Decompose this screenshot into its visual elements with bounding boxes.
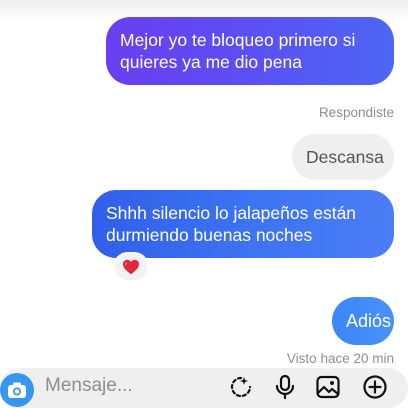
sticker-icon <box>230 376 252 398</box>
seen-status: Visto hace 20 min <box>286 351 394 366</box>
gallery-button[interactable] <box>315 374 341 400</box>
reply-label: Respondiste <box>318 105 394 120</box>
add-icon <box>363 375 387 399</box>
sticker-button[interactable] <box>228 374 254 400</box>
sent-message-bubble[interactable]: Mejor yo te bloqueo primero si quieres y… <box>106 17 394 85</box>
heart-icon <box>123 259 139 275</box>
sent-message-bubble[interactable]: Adiós <box>332 297 394 345</box>
sent-message-bubble[interactable]: Shhh silencio lo jalapeños están durmien… <box>92 190 394 258</box>
gallery-icon <box>316 375 340 399</box>
camera-icon <box>8 382 26 398</box>
add-button[interactable] <box>362 374 388 400</box>
camera-button[interactable] <box>0 373 34 407</box>
message-input[interactable]: Mensaje... <box>45 375 133 397</box>
microphone-icon <box>275 374 295 400</box>
reaction-badge[interactable] <box>113 252 149 282</box>
microphone-button[interactable] <box>272 374 298 400</box>
reply-quote-bubble[interactable]: Descansa <box>292 134 394 180</box>
